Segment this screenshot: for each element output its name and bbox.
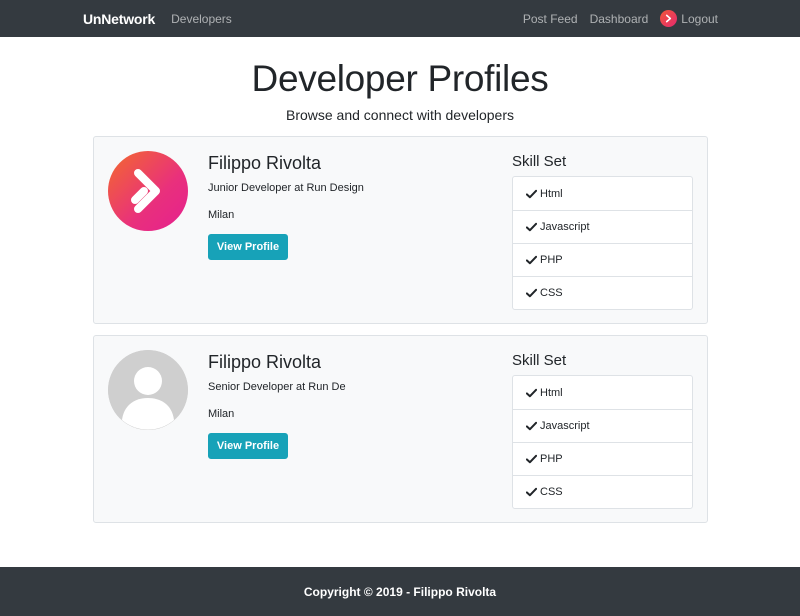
profile-name: Filippo Rivolta: [208, 153, 322, 173]
skill-label: PHP: [540, 453, 563, 465]
default-user-icon: [108, 350, 188, 430]
skill-item: PHP: [513, 442, 692, 475]
check-icon: [526, 255, 537, 265]
check-icon: [526, 222, 537, 232]
check-icon: [526, 454, 537, 464]
profile-role: Senior Developer at Run De: [208, 381, 346, 393]
skill-list: Html Javascript PHP CSS: [512, 375, 693, 509]
page-subtitle: Browse and connect with developers: [285, 107, 515, 123]
skill-item: Html: [513, 177, 692, 210]
skill-item: CSS: [513, 475, 692, 508]
skill-label: Javascript: [540, 420, 590, 432]
nav-link-dashboard[interactable]: Dashboard: [590, 12, 649, 26]
skill-label: Html: [540, 187, 563, 200]
skill-set-title: Skill Set: [512, 352, 567, 369]
skill-item: Javascript: [513, 409, 692, 442]
skill-list: Html Javascript PHP CSS: [512, 176, 693, 310]
brand-logo-icon: [131, 169, 160, 213]
nav-link-post-feed[interactable]: Post Feed: [523, 12, 578, 26]
logout-label: Logout: [681, 11, 718, 26]
skill-item: PHP: [513, 243, 692, 276]
check-icon: [526, 189, 537, 199]
check-icon: [526, 487, 537, 497]
navbar: UnNetwork Developers Post Feed Dashboard…: [0, 0, 800, 37]
profile-role: Junior Developer at Run Design: [208, 182, 364, 194]
logout-link[interactable]: Logout: [660, 10, 718, 27]
avatar: [108, 350, 188, 430]
copyright-text: Copyright © 2019 - Filippo Rivolta: [303, 584, 497, 599]
skill-item: Html: [513, 376, 692, 409]
brand-logo-text[interactable]: UnNetwork: [83, 11, 155, 27]
skill-label: PHP: [540, 254, 563, 266]
check-icon: [526, 288, 537, 298]
profile-location: Milan: [208, 209, 235, 221]
skill-set-title: Skill Set: [512, 153, 567, 170]
view-profile-button[interactable]: View Profile: [208, 433, 288, 459]
skill-item: Javascript: [513, 210, 692, 243]
profile-card: Filippo Rivolta Senior Developer at Run …: [93, 335, 708, 523]
check-icon: [526, 421, 537, 431]
profile-location: Milan: [208, 408, 235, 420]
skill-label: CSS: [540, 486, 563, 498]
skill-item: CSS: [513, 276, 692, 309]
skill-label: Html: [540, 386, 563, 399]
view-profile-button[interactable]: View Profile: [208, 234, 288, 260]
nav-link-developers[interactable]: Developers: [171, 12, 232, 26]
page-title: Developer Profiles: [251, 58, 549, 99]
profile-name: Filippo Rivolta: [208, 352, 322, 372]
profile-card: Filippo Rivolta Junior Developer at Run …: [93, 136, 708, 324]
skill-label: CSS: [540, 287, 563, 299]
footer: Copyright © 2019 - Filippo Rivolta: [0, 567, 800, 616]
skill-label: Javascript: [540, 221, 590, 233]
user-avatar-icon: [660, 10, 678, 27]
nav-right-group: Post Feed Dashboard Logout: [523, 10, 718, 27]
avatar: [108, 151, 188, 231]
check-icon: [526, 388, 537, 398]
